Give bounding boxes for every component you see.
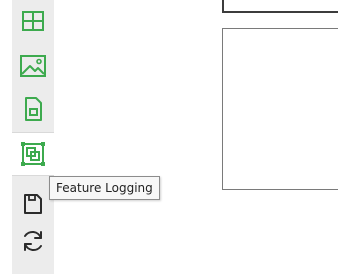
tooltip-text: Feature Logging — [56, 181, 153, 195]
refresh-icon — [24, 231, 42, 251]
document-button[interactable] — [12, 90, 54, 128]
tooltip: Feature Logging — [49, 176, 160, 200]
workspace: Feature Logging — [0, 0, 338, 274]
grid-icon — [22, 11, 44, 31]
document-canvas[interactable] — [222, 28, 338, 190]
feature-logging-icon — [21, 142, 45, 166]
image-icon — [20, 55, 46, 77]
grid-button[interactable] — [12, 2, 54, 40]
save-icon — [24, 194, 42, 214]
refresh-button[interactable] — [12, 222, 54, 260]
document-icon — [25, 97, 42, 121]
document-frame-top — [222, 11, 338, 13]
feature-logging-button[interactable] — [12, 132, 54, 176]
image-button[interactable] — [12, 47, 54, 85]
save-button[interactable] — [12, 184, 54, 222]
vertical-toolbar — [12, 0, 54, 274]
